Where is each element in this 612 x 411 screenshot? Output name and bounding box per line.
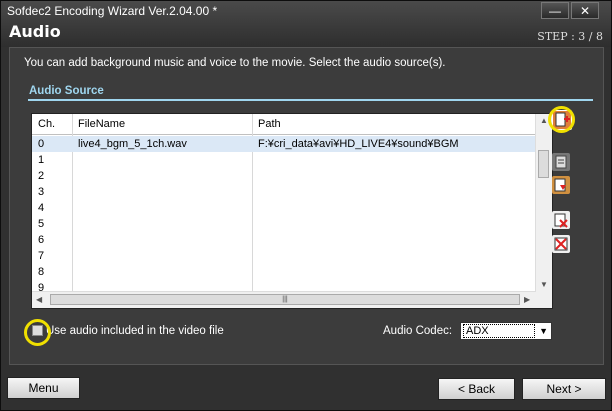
title-bar: Sofdec2 Encoding Wizard Ver.2.04.00 * Au… (1, 1, 611, 47)
highlight-circle (548, 106, 575, 133)
horizontal-scroll-thumb[interactable]: ||| (50, 294, 520, 305)
table-row[interactable]: 1 (32, 152, 536, 168)
scroll-right-icon[interactable]: ▶ (524, 295, 530, 304)
vertical-scroll-thumb[interactable] (538, 150, 549, 178)
clear-list-icon (554, 237, 568, 251)
cell-ch: 2 (38, 170, 45, 182)
scroll-up-icon[interactable]: ▲ (540, 116, 548, 125)
table-row[interactable]: 4 (32, 200, 536, 216)
column-header-ch[interactable]: Ch. (38, 118, 55, 130)
wizard-window: Sofdec2 Encoding Wizard Ver.2.04.00 * Au… (0, 0, 612, 411)
cell-ch: 1 (38, 154, 45, 166)
menu-button[interactable]: Menu (7, 377, 80, 399)
description-text: You can add background music and voice t… (24, 57, 446, 69)
remove-audio-button[interactable] (552, 211, 570, 229)
remove-file-icon (554, 213, 568, 228)
cell-ch: 7 (38, 250, 45, 262)
chevron-down-icon: ▼ (539, 326, 548, 336)
scroll-corner (536, 292, 552, 308)
minimize-icon: — (549, 4, 561, 18)
audio-codec-select[interactable]: ADX ▼ (460, 322, 552, 340)
table-row[interactable]: 0 live4_bgm_5_1ch.wav F:¥cri_data¥avi¥HD… (32, 136, 536, 152)
page-title: Audio (9, 22, 61, 41)
insert-audio-button[interactable] (552, 176, 570, 194)
cell-filename: live4_bgm_5_1ch.wav (78, 138, 187, 150)
section-divider (28, 99, 593, 101)
back-button[interactable]: < Back (438, 378, 515, 400)
window-title: Sofdec2 Encoding Wizard Ver.2.04.00 * (7, 4, 218, 18)
table-row[interactable]: 5 (32, 216, 536, 232)
remove-all-audio-button[interactable] (552, 235, 570, 253)
replace-audio-button[interactable] (552, 153, 570, 171)
minimize-button[interactable]: — (541, 2, 569, 19)
cell-path: F:¥cri_data¥avi¥HD_LIVE4¥sound¥BGM (258, 138, 459, 150)
cell-ch: 3 (38, 186, 45, 198)
column-header-path[interactable]: Path (258, 118, 281, 130)
table-header: Ch. FileName Path (32, 114, 536, 135)
table-row[interactable]: 8 (32, 264, 536, 280)
step-indicator: STEP : 3 / 8 (537, 30, 603, 43)
table-row[interactable]: 7 (32, 248, 536, 264)
cell-ch: 4 (38, 202, 45, 214)
cell-ch: 5 (38, 218, 45, 230)
next-button[interactable]: Next > (522, 378, 606, 400)
cell-ch: 0 (38, 138, 45, 150)
cell-ch: 8 (38, 266, 45, 278)
audio-codec-label: Audio Codec: (383, 325, 453, 337)
audio-codec-value: ADX (463, 324, 535, 338)
column-header-filename[interactable]: FileName (78, 118, 125, 130)
audio-source-table[interactable]: Ch. FileName Path 0 live4_bgm_5_1ch.wav … (31, 113, 553, 309)
cell-ch: 6 (38, 234, 45, 246)
vertical-scrollbar[interactable]: ▲ ▼ (535, 114, 552, 292)
insert-file-icon (554, 178, 566, 192)
close-icon: ✕ (579, 4, 591, 18)
table-row[interactable]: 2 (32, 168, 536, 184)
table-row[interactable]: 6 (32, 232, 536, 248)
scroll-left-icon[interactable]: ◀ (36, 295, 42, 304)
table-row[interactable]: 3 (32, 184, 536, 200)
list-icon (555, 155, 567, 169)
highlight-circle (24, 319, 51, 346)
scroll-down-icon[interactable]: ▼ (540, 280, 548, 289)
horizontal-scrollbar[interactable]: ◀ ||| ▶ (32, 291, 536, 308)
close-button[interactable]: ✕ (571, 2, 599, 19)
section-title: Audio Source (29, 85, 104, 97)
content-panel: You can add background music and voice t… (9, 47, 604, 365)
checkbox-label[interactable]: Use audio included in the video file (46, 325, 224, 337)
